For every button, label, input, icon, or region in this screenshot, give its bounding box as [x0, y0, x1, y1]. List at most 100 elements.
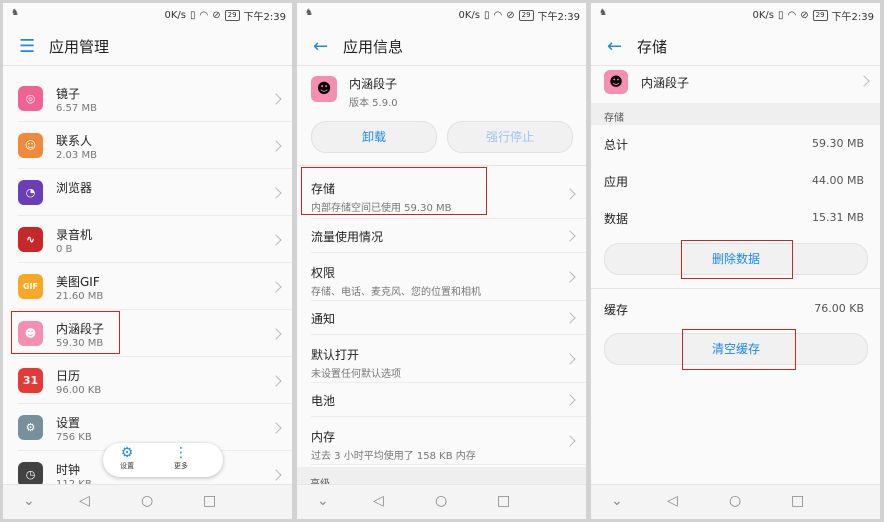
app-name: 录音机	[56, 228, 93, 242]
chevron-right-icon	[564, 394, 576, 406]
divider	[591, 288, 880, 289]
recents-icon[interactable]: □	[497, 493, 510, 509]
back-arrow-icon[interactable]: ←	[607, 35, 622, 59]
collapse-icon[interactable]: ⌄	[23, 493, 35, 509]
app-size-value: 44.00 MB	[811, 174, 864, 187]
back-icon[interactable]: ◁	[667, 493, 678, 509]
app-list-item[interactable]: GIF 美图GIF 21.60 MB	[3, 263, 292, 310]
cache-value: 76.00 KB	[814, 302, 864, 315]
uninstall-button[interactable]: 卸载	[311, 121, 437, 153]
status-bar: ♞ 0K/s ▯ ◠ ⊘ 29 下午2:39	[591, 3, 880, 25]
chevron-right-icon	[270, 93, 282, 105]
total-value: 59.30 MB	[811, 137, 864, 150]
menu-icon[interactable]: ☰	[19, 35, 35, 59]
divider	[297, 65, 586, 66]
row-title: 内存	[311, 430, 336, 444]
settings-row[interactable]: 权限 存储、电话、麦克风、您的位置和相机	[297, 253, 586, 301]
recents-icon[interactable]: □	[203, 493, 216, 509]
total-label: 总计	[604, 138, 629, 152]
chevron-right-icon	[564, 312, 576, 324]
page-title: 应用信息	[343, 38, 404, 56]
battery-icon: 29	[518, 10, 534, 21]
home-icon[interactable]: ○	[141, 493, 153, 509]
back-icon[interactable]: ◁	[373, 493, 384, 509]
chevron-right-icon	[564, 271, 576, 283]
app-list-item[interactable]: ◔ 浏览器	[3, 169, 292, 216]
vibrate-icon: ▯	[483, 10, 490, 21]
app-size: 2.03 MB	[56, 150, 97, 161]
cache-row: 缓存 76.00 KB	[591, 291, 880, 328]
row-title: 默认打开	[311, 348, 360, 362]
app-list-item[interactable]: ◎ 镜子 6.57 MB	[3, 75, 292, 122]
chevron-right-icon[interactable]	[858, 75, 870, 87]
contacts-icon: ☺	[18, 133, 43, 158]
app-name: 联系人	[56, 134, 93, 148]
chevron-right-icon	[564, 188, 576, 200]
chevron-right-icon	[564, 353, 576, 365]
system-nav-bar: ⌄ ◁ ○ □	[3, 484, 292, 519]
collapse-icon[interactable]: ⌄	[611, 493, 623, 509]
status-bar: ♞ 0K/s ▯ ◠ ⊘ 29 下午2:39	[3, 3, 292, 25]
network-speed: 0K/s	[752, 10, 774, 21]
app-size: 6.57 MB	[56, 103, 97, 114]
app-list-item[interactable]: ∿ 录音机 0 B	[3, 216, 292, 263]
clock-time: 下午2:39	[831, 12, 874, 23]
back-icon[interactable]: ◁	[79, 493, 90, 509]
neihan-app-icon: ☻	[604, 70, 628, 94]
data-size-label: 数据	[604, 212, 629, 226]
app-manager-screen: ♞ 0K/s ▯ ◠ ⊘ 29 下午2:39 ☰ 应用管理 ◎ 镜子 6.57 MB…	[3, 3, 292, 519]
divider	[591, 65, 880, 66]
highlight-box	[301, 167, 487, 215]
app-name: 设置	[56, 416, 81, 430]
float-more-label: 更多	[174, 462, 188, 470]
app-size-label: 应用	[604, 175, 629, 189]
app-list-item[interactable]: ☺ 联系人 2.03 MB	[3, 122, 292, 169]
app-name: 浏览器	[56, 181, 93, 195]
float-more-button[interactable]: ⋮ 更多	[161, 445, 201, 471]
notification-icon: ♞	[305, 8, 314, 18]
mirror-icon: ◎	[18, 86, 43, 111]
network-speed: 0K/s	[164, 10, 186, 21]
total-row: 总计 59.30 MB	[591, 126, 880, 163]
row-title: 电池	[311, 394, 336, 408]
float-settings-button[interactable]: ⚙ 设置	[107, 445, 147, 471]
settings-row[interactable]: 内存 过去 3 小时平均使用了 158 KB 内存	[297, 417, 586, 465]
neihan-app-icon: ☻	[311, 76, 337, 102]
page-title: 存储	[637, 38, 668, 56]
gif-icon: GIF	[18, 274, 43, 299]
wifi-icon: ◠	[199, 10, 209, 21]
settings-icon: ⚙	[18, 415, 43, 440]
settings-row[interactable]: 电池	[297, 383, 586, 417]
calendar-icon: 31	[18, 368, 43, 393]
collapse-icon[interactable]: ⌄	[317, 493, 329, 509]
app-version: 版本 5.9.0	[349, 98, 398, 109]
recents-icon[interactable]: □	[791, 493, 804, 509]
clock-time: 下午2:39	[537, 12, 580, 23]
network-speed: 0K/s	[458, 10, 480, 21]
force-stop-button[interactable]: 强行停止	[447, 121, 573, 153]
app-size-row: 应用 44.00 MB	[591, 163, 880, 200]
app-name: 时钟	[56, 463, 81, 477]
no-sim-icon: ⊘	[506, 10, 515, 21]
chevron-right-icon	[270, 140, 282, 152]
chevron-right-icon	[564, 435, 576, 447]
clock-time: 下午2:39	[243, 12, 286, 23]
notification-icon: ♞	[599, 8, 608, 18]
settings-row[interactable]: 默认打开 未设置任何默认选项	[297, 335, 586, 383]
app-name: 内涵段子	[349, 77, 398, 91]
vibrate-icon: ▯	[189, 10, 196, 21]
app-list-item[interactable]: 31 日历 96.00 KB	[3, 357, 292, 404]
vibrate-icon: ▯	[777, 10, 784, 21]
home-icon[interactable]: ○	[435, 493, 447, 509]
settings-row[interactable]: 流量使用情况	[297, 219, 586, 253]
notification-icon: ♞	[11, 8, 20, 18]
settings-row[interactable]: 通知	[297, 301, 586, 335]
status-bar: ♞ 0K/s ▯ ◠ ⊘ 29 下午2:39	[297, 3, 586, 25]
highlight-box	[682, 329, 796, 370]
data-size-value: 15.31 MB	[811, 211, 864, 224]
browser-icon: ◔	[18, 180, 43, 205]
home-icon[interactable]: ○	[729, 493, 741, 509]
app-size: 21.60 MB	[56, 291, 104, 302]
app-info-screen: ♞ 0K/s ▯ ◠ ⊘ 29 下午2:39 ← 应用信息 ☻ 内涵段子 版本 …	[297, 3, 586, 519]
back-arrow-icon[interactable]: ←	[313, 35, 328, 59]
